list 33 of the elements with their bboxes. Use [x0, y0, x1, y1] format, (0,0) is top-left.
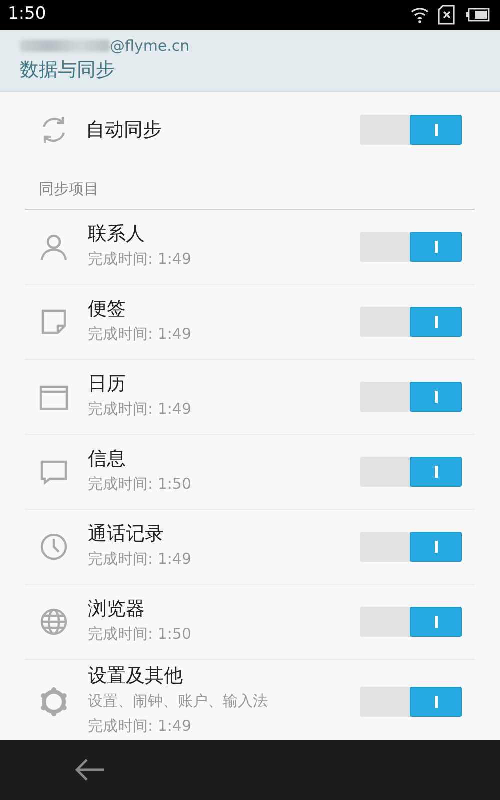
- item-title: 联系人: [88, 222, 146, 246]
- item-title: 通话记录: [88, 522, 165, 546]
- account-email: @flyme.cn: [110, 36, 190, 56]
- item-title: 日历: [88, 372, 127, 396]
- item-title: 便签: [88, 296, 127, 322]
- toggle-switch[interactable]: [360, 232, 462, 262]
- battery-icon: [466, 8, 490, 22]
- toggle-switch[interactable]: [360, 532, 462, 562]
- sync-time: 完成时间: 1:49: [88, 324, 193, 344]
- item-description: 设置、闹钟、账户、输入法: [88, 691, 269, 712]
- sync-time: 完成时间: 1:49: [88, 548, 193, 570]
- toggle-switch[interactable]: [360, 382, 462, 412]
- toggle-switch[interactable]: [360, 115, 462, 145]
- setting-label: 自动同步: [86, 118, 163, 143]
- wifi-icon: [410, 6, 430, 24]
- section-header: 同步项目: [25, 168, 475, 210]
- toggle-switch[interactable]: [360, 306, 462, 336]
- item-title: 信息: [88, 446, 127, 472]
- clock-time: 1:50: [8, 3, 46, 26]
- back-button[interactable]: [74, 758, 106, 782]
- gear-icon: [38, 686, 70, 718]
- sync-time: 完成时间: 1:49: [88, 248, 193, 270]
- sync-time: 完成时间: 1:49: [88, 716, 193, 737]
- item-title: 浏览器: [88, 596, 146, 622]
- sync-time: 完成时间: 1:49: [88, 398, 193, 420]
- toggle-switch[interactable]: [360, 456, 462, 486]
- sync-time: 完成时间: 1:50: [88, 624, 193, 644]
- item-title: 设置及其他: [88, 664, 184, 689]
- toggle-switch[interactable]: [360, 606, 462, 636]
- toggle-switch[interactable]: [360, 686, 462, 716]
- no-sim-icon: [438, 5, 458, 25]
- sync-time: 完成时间: 1:50: [88, 474, 193, 494]
- page-title: 数据与同步: [20, 58, 116, 83]
